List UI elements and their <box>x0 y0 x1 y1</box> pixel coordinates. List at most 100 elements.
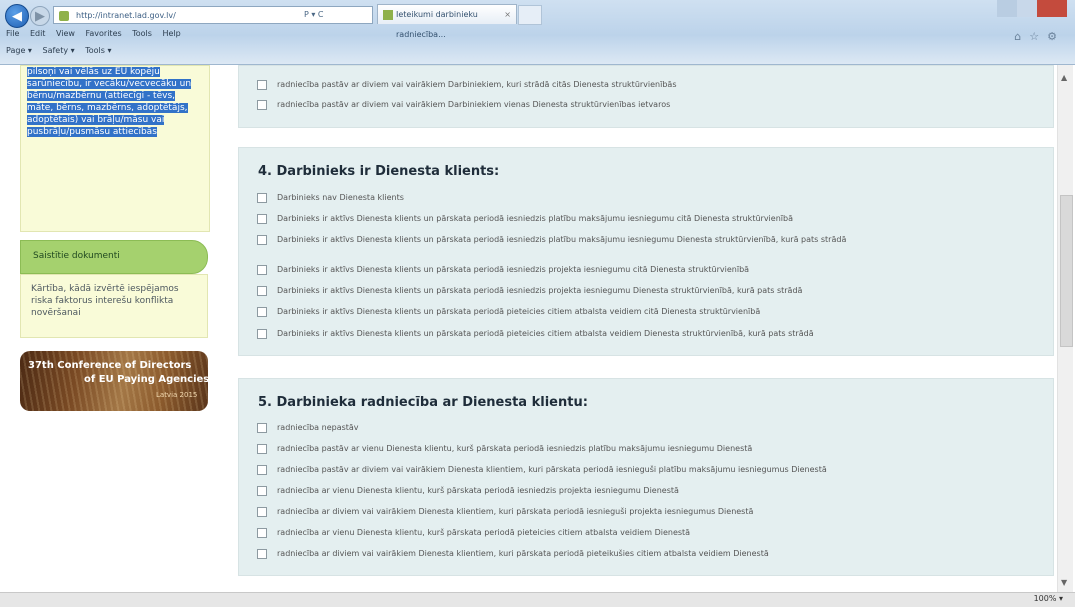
menu-bar: File Edit View Favorites Tools Help <box>6 29 189 38</box>
window-controls <box>997 0 1067 17</box>
option-row[interactable]: Darbinieks ir aktīvs Dienesta klients un… <box>257 234 1012 245</box>
option-row[interactable]: radniecība nepastāv <box>257 422 359 433</box>
checkbox[interactable] <box>257 465 267 475</box>
option-row[interactable]: Darbinieks nav Dienesta klients <box>257 192 404 203</box>
scrollbar-thumb[interactable] <box>1060 195 1073 347</box>
conference-banner[interactable]: 37th Conference of Directors of EU Payin… <box>20 351 208 411</box>
option-label: radniecība pastāv ar vienu Dienesta klie… <box>277 444 753 453</box>
scroll-up-icon[interactable]: ▲ <box>1061 73 1067 82</box>
option-label: Darbinieks ir aktīvs Dienesta klients un… <box>277 286 803 295</box>
option-row[interactable]: radniecība ar vienu Dienesta klientu, ku… <box>257 485 679 496</box>
question-panel-4: 4. Darbinieks ir Dienesta klients: Darbi… <box>238 147 1054 356</box>
related-documents-tab[interactable]: Saistītie dokumenti <box>20 240 208 274</box>
checkbox[interactable] <box>257 507 267 517</box>
checkbox[interactable] <box>257 528 267 538</box>
banner-line-3: Latvia 2015 <box>156 391 198 399</box>
option-row[interactable]: Darbinieks ir aktīvs Dienesta klients un… <box>257 264 749 275</box>
forward-button[interactable]: ▶ <box>30 6 50 26</box>
option-row[interactable]: radniecība ar vienu Dienesta klientu, ku… <box>257 527 690 538</box>
vertical-scrollbar[interactable]: ▲ ▼ <box>1057 65 1073 592</box>
maximize-button[interactable] <box>1017 0 1037 17</box>
back-button[interactable]: ◀ <box>5 4 29 28</box>
option-label: radniecība ar diviem vai vairākiem Diene… <box>277 507 754 516</box>
question-panel-5: 5. Darbinieka radniecība ar Dienesta kli… <box>238 378 1054 576</box>
option-label: Darbinieks nav Dienesta klients <box>277 193 404 202</box>
checkbox[interactable] <box>257 286 267 296</box>
checkbox[interactable] <box>257 235 267 245</box>
address-url[interactable]: http://intranet.lad.gov.lv/ <box>76 11 176 20</box>
command-safety[interactable]: Safety ▾ <box>42 46 74 55</box>
menu-file[interactable]: File <box>6 29 19 38</box>
related-document-box[interactable]: Kārtība, kādā izvērtē iespējamos riska f… <box>20 274 208 338</box>
command-bar: Page ▾ Safety ▾ Tools ▾ <box>6 46 119 55</box>
option-row[interactable]: Darbinieks ir aktīvs Dienesta klients un… <box>257 285 802 296</box>
browser-tab[interactable]: Ieteikumi darbinieku radniecība... × <box>377 4 517 39</box>
related-document-link[interactable]: Kārtība, kādā izvērtē iespējamos riska f… <box>31 283 199 319</box>
menu-tools[interactable]: Tools <box>132 29 152 38</box>
option-row[interactable]: radniecība pastāv ar diviem vai vairākie… <box>257 464 827 475</box>
site-favicon-icon <box>59 11 69 21</box>
option-label: Darbinieks ir aktīvs Dienesta klients un… <box>277 214 793 223</box>
banner-line-2: of EU Paying Agencies <box>84 374 208 385</box>
checkbox[interactable] <box>257 486 267 496</box>
option-label: Darbinieks ir aktīvs Dienesta klients un… <box>277 329 814 338</box>
checkbox[interactable] <box>257 265 267 275</box>
scroll-down-icon[interactable]: ▼ <box>1061 578 1067 587</box>
browser-chrome: ◀ ▶ http://intranet.lad.gov.lv/ P ▾ C Ie… <box>0 0 1075 65</box>
tab-title: Ieteikumi darbinieku radniecība... <box>396 10 478 39</box>
checkbox[interactable] <box>257 329 267 339</box>
option-row[interactable]: radniecība pastāv ar vienu Dienesta klie… <box>257 443 752 454</box>
selected-sidebar-text: pilsoņi vai vēlās uz EU kopēju sarūniecī… <box>27 67 192 137</box>
checkbox[interactable] <box>257 423 267 433</box>
option-row[interactable]: Darbinieks ir aktīvs Dienesta klients un… <box>257 328 814 339</box>
section-5-title: 5. Darbinieka radniecība ar Dienesta kli… <box>258 395 588 410</box>
option-label: radniecība ar diviem vai vairākiem Diene… <box>277 549 769 558</box>
zoom-level[interactable]: 100% ▾ <box>1034 594 1063 603</box>
tab-close-icon[interactable]: × <box>504 5 511 25</box>
command-page[interactable]: Page ▾ <box>6 46 32 55</box>
option-label: radniecība pastāv ar diviem vai vairākie… <box>277 100 671 109</box>
option-row[interactable]: radniecība ar diviem vai vairākiem Diene… <box>257 506 753 517</box>
banner-line-1: 37th Conference of Directors <box>28 360 192 371</box>
option-row[interactable]: Darbinieks ir aktīvs Dienesta klients un… <box>257 306 760 317</box>
checkbox[interactable] <box>257 80 267 90</box>
settings-gear-icon[interactable]: ⚙ <box>1047 30 1065 43</box>
tab-favicon-icon <box>383 10 393 20</box>
address-controls[interactable]: P ▾ C <box>304 6 364 24</box>
option-label: Darbinieks ir aktīvs Dienesta klients un… <box>277 235 847 244</box>
new-tab-button[interactable] <box>518 5 542 25</box>
option-row[interactable]: radniecība pastāv ar diviem vai vairākie… <box>257 79 677 90</box>
menu-help[interactable]: Help <box>162 29 180 38</box>
section-4-title: 4. Darbinieks ir Dienesta klients: <box>258 164 500 179</box>
option-label: radniecība pastāv ar diviem vai vairākie… <box>277 80 677 89</box>
checkbox[interactable] <box>257 549 267 559</box>
favorites-star-icon[interactable]: ☆ <box>1029 30 1047 43</box>
option-label: radniecība ar vienu Dienesta klientu, ku… <box>277 486 679 495</box>
menu-edit[interactable]: Edit <box>30 29 46 38</box>
status-bar: 100% ▾ <box>0 592 1075 607</box>
minimize-button[interactable] <box>997 0 1017 17</box>
question-panel-3-bottom: radniecība pastāv ar diviem vai vairākie… <box>238 65 1054 128</box>
option-row[interactable]: radniecība ar diviem vai vairākiem Diene… <box>257 548 769 559</box>
option-label: Darbinieks ir aktīvs Dienesta klients un… <box>277 307 761 316</box>
menu-view[interactable]: View <box>56 29 75 38</box>
close-window-button[interactable] <box>1037 0 1067 17</box>
sidebar-highlight-box: pilsoņi vai vēlās uz EU kopēju sarūniecī… <box>20 65 210 232</box>
browser-tool-icons[interactable]: ⌂☆⚙ <box>1014 30 1065 43</box>
related-documents-label: Saistītie dokumenti <box>33 251 120 261</box>
menu-favorites[interactable]: Favorites <box>86 29 122 38</box>
option-row[interactable]: Darbinieks ir aktīvs Dienesta klients un… <box>257 213 793 224</box>
command-tools[interactable]: Tools ▾ <box>85 46 111 55</box>
checkbox[interactable] <box>257 214 267 224</box>
option-label: Darbinieks ir aktīvs Dienesta klients un… <box>277 265 750 274</box>
checkbox[interactable] <box>257 193 267 203</box>
checkbox[interactable] <box>257 307 267 317</box>
option-row[interactable]: radniecība pastāv ar diviem vai vairākie… <box>257 99 670 110</box>
option-label: radniecība ar vienu Dienesta klientu, ku… <box>277 528 691 537</box>
web-page: pilsoņi vai vēlās uz EU kopēju sarūniecī… <box>0 65 1058 592</box>
home-icon[interactable]: ⌂ <box>1014 30 1029 43</box>
checkbox[interactable] <box>257 100 267 110</box>
option-label: radniecība pastāv ar diviem vai vairākie… <box>277 465 827 474</box>
checkbox[interactable] <box>257 444 267 454</box>
option-label: radniecība nepastāv <box>277 423 359 432</box>
